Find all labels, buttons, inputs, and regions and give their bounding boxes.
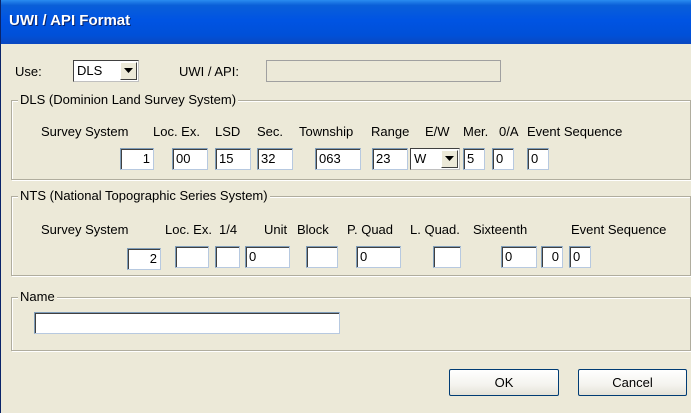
use-select-value: DLS <box>77 63 103 78</box>
dls-township-field[interactable]: 063 <box>315 148 361 170</box>
nts-header-block: Block <box>297 222 329 237</box>
use-label: Use: <box>15 64 42 79</box>
dls-header-lsd: LSD <box>215 124 241 139</box>
nts-l-quad-field[interactable] <box>433 246 461 268</box>
dls-header-ew: E/W <box>425 124 450 139</box>
use-select-dropdown-button[interactable] <box>120 62 137 80</box>
title-bar[interactable]: UWI / API Format <box>1 0 691 44</box>
dls-header-township: Township <box>299 124 354 139</box>
nts-header-event-sequence: Event Sequence <box>571 222 667 237</box>
dls-header-loc-ex: Loc. Ex. <box>153 124 200 139</box>
name-field[interactable] <box>34 312 340 334</box>
dls-event-sequence-field[interactable]: 0 <box>527 148 549 170</box>
nts-event-sequence-field[interactable]: 0 <box>569 246 591 268</box>
dls-header-mer: Mer. <box>463 124 489 139</box>
dls-ew-select-value: W <box>414 151 427 166</box>
dls-lsd-field[interactable]: 15 <box>215 148 251 170</box>
nts-unit-field[interactable]: 0 <box>245 246 290 268</box>
chevron-down-icon <box>124 68 133 73</box>
dialog-window: UWI / API Format Use: DLS UWI / API: DLS… <box>0 0 691 413</box>
dls-ew-select[interactable]: W <box>410 148 460 170</box>
dls-header-oa: 0/A <box>499 124 519 139</box>
dls-oa-field[interactable]: 0 <box>492 148 514 170</box>
nts-header-quarter: 1/4 <box>219 222 238 237</box>
nts-p-quad-field[interactable]: 0 <box>356 246 401 268</box>
name-group-title: Name <box>18 289 57 304</box>
dls-header-sec: Sec. <box>257 124 284 139</box>
dls-header-survey-system: Survey System <box>41 124 129 139</box>
ok-button[interactable]: OK <box>449 369 559 396</box>
dls-range-field[interactable]: 23 <box>372 148 408 170</box>
nts-header-loc-ex: Loc. Ex. <box>165 222 212 237</box>
cancel-button[interactable]: Cancel <box>578 369 687 396</box>
window-title: UWI / API Format <box>9 12 131 29</box>
nts-block-field[interactable] <box>306 246 338 268</box>
nts-header-l-quad: L. Quad. <box>410 222 460 237</box>
nts-sixteenth-field[interactable]: 0 <box>501 246 537 268</box>
nts-header-sixteenth: Sixteenth <box>473 222 528 237</box>
uwi-api-label: UWI / API: <box>179 64 239 79</box>
nts-sixteenth-b-field[interactable]: 0 <box>541 246 563 268</box>
dls-header-range: Range <box>371 124 410 139</box>
nts-survey-system-field[interactable]: 2 <box>127 248 161 270</box>
dls-group-title: DLS (Dominion Land Survey System) <box>18 92 239 107</box>
dls-survey-system-field[interactable]: 1 <box>120 148 154 170</box>
dls-mer-field[interactable]: 5 <box>463 148 485 170</box>
use-select[interactable]: DLS <box>73 60 139 82</box>
dls-sec-field[interactable]: 32 <box>257 148 293 170</box>
dls-header-event-sequence: Event Sequence <box>527 124 623 139</box>
dls-ew-dropdown-button[interactable] <box>441 150 458 168</box>
nts-header-unit: Unit <box>264 222 288 237</box>
dls-loc-ex-field[interactable]: 00 <box>172 148 208 170</box>
nts-group-title: NTS (National Topographic Series System) <box>18 188 270 203</box>
uwi-api-field[interactable] <box>266 60 501 82</box>
chevron-down-icon <box>445 156 454 161</box>
nts-loc-ex-field[interactable] <box>175 246 209 268</box>
nts-quarter-field[interactable] <box>215 246 240 268</box>
nts-header-p-quad: P. Quad <box>347 222 394 237</box>
nts-header-survey-system: Survey System <box>41 222 129 237</box>
